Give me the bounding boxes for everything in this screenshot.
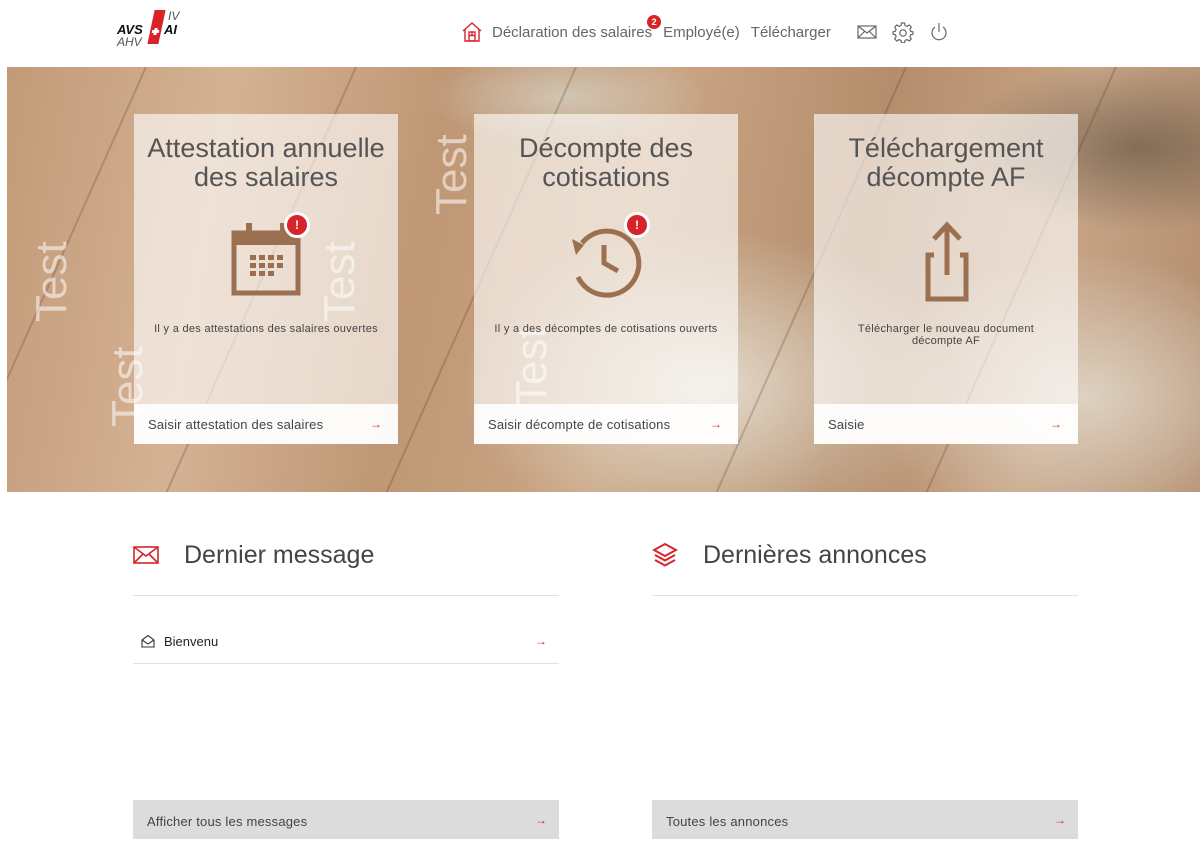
nav-employe[interactable]: Employé(e) xyxy=(663,24,740,41)
saisie-button[interactable]: Saisie → xyxy=(814,404,1078,444)
test-watermark: Test xyxy=(427,134,476,215)
card-title: Décompte des cotisations xyxy=(518,133,694,192)
logo-ahv-text: AHV xyxy=(117,35,142,49)
main-nav: Déclaration des salaires 2 Employé(e) Té… xyxy=(460,14,950,46)
saisir-attestation-button[interactable]: Saisir attestation des salaires → xyxy=(134,404,398,444)
card-action-label: Saisir attestation des salaires xyxy=(148,417,324,432)
swiss-flag-icon xyxy=(147,10,166,44)
mail-icon[interactable] xyxy=(856,21,878,43)
card-action-label: Saisir décompte de cotisations xyxy=(488,417,671,432)
nav-declaration-label: Déclaration des salaires xyxy=(492,23,653,41)
all-announcements-button[interactable]: Toutes les annonces → xyxy=(652,800,1078,839)
announcements-header: Dernières annonces xyxy=(652,535,1078,596)
show-all-messages-button[interactable]: Afficher tous les messages → xyxy=(133,800,559,839)
nav-employe-label: Employé(e) xyxy=(663,23,740,41)
card-attestation-salaires: Attestation annuelle des salaires ! Il y… xyxy=(134,114,398,444)
footer-button-label: Afficher tous les messages xyxy=(147,814,308,829)
logo-ai-text: AI xyxy=(164,22,177,37)
nav-telecharger-label: Télécharger xyxy=(750,23,831,41)
arrow-right-icon: → xyxy=(370,417,382,431)
card-title: Attestation annuelle des salaires xyxy=(147,133,385,192)
test-watermark: Test xyxy=(27,241,76,322)
envelope-icon xyxy=(133,546,159,564)
settings-icon[interactable] xyxy=(892,21,914,43)
logo-iv-text: IV xyxy=(168,9,180,23)
top-header: AVS AHV IV AI Déclaration des salaires 2… xyxy=(0,0,1200,67)
arrow-right-icon: → xyxy=(1054,813,1066,827)
layers-icon xyxy=(652,542,678,567)
card-decompte-cotisations: Décompte des cotisations ! Il y a des dé… xyxy=(474,114,738,444)
card-description: Il y a des décomptes de cotisations ouve… xyxy=(494,323,718,335)
arrow-right-icon: → xyxy=(1050,417,1062,431)
alert-badge: ! xyxy=(284,212,310,238)
alert-badge: ! xyxy=(624,212,650,238)
card-description: Il y a des attestations des salaires ouv… xyxy=(154,323,378,335)
hero-banner: Test Test Test Test Test Attestation ann… xyxy=(7,67,1200,492)
nav-telecharger[interactable]: Télécharger xyxy=(751,24,831,41)
card-telechargement-af: Téléchargement décompte AF Télécharger l… xyxy=(814,114,1078,444)
message-item[interactable]: Bienvenu → xyxy=(133,628,559,664)
arrow-right-icon: → xyxy=(535,634,547,648)
open-envelope-icon xyxy=(141,634,155,648)
messages-header: Dernier message xyxy=(133,535,559,596)
share-upload-icon xyxy=(925,221,969,302)
avs-ai-logo[interactable]: AVS AHV IV AI xyxy=(117,8,197,54)
section-title: Dernières annonces xyxy=(703,541,927,569)
home-icon[interactable] xyxy=(460,20,484,44)
messages-section: Dernier message Bienvenu → xyxy=(133,535,559,664)
card-action-label: Saisie xyxy=(828,417,865,432)
arrow-right-icon: → xyxy=(535,813,547,827)
card-title: Téléchargement décompte AF xyxy=(848,133,1044,192)
announcements-section: Dernières annonces xyxy=(652,535,1078,596)
message-subject: Bienvenu xyxy=(164,634,219,649)
nav-declaration-salaires[interactable]: Déclaration des salaires 2 xyxy=(492,14,662,41)
section-title: Dernier message xyxy=(184,541,375,569)
arrow-right-icon: → xyxy=(710,417,722,431)
footer-button-label: Toutes les annonces xyxy=(666,814,789,829)
notification-badge: 2 xyxy=(647,14,662,29)
power-icon[interactable] xyxy=(928,21,950,43)
saisir-decompte-button[interactable]: Saisir décompte de cotisations → xyxy=(474,404,738,444)
card-description: Télécharger le nouveau document décompte… xyxy=(857,323,1035,347)
